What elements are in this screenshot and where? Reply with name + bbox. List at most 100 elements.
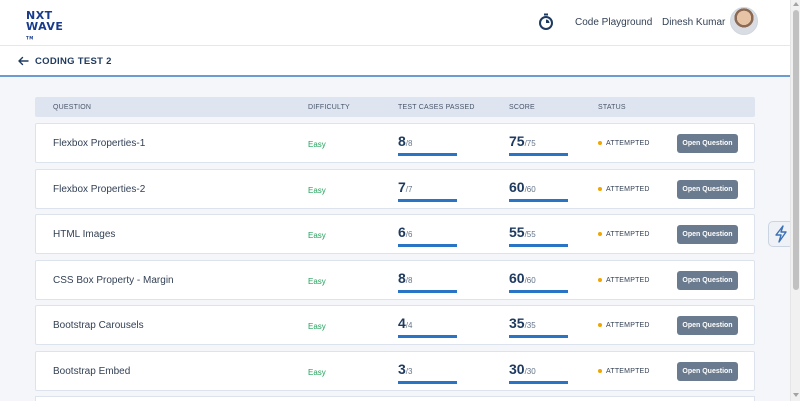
passed-progress-fill (398, 381, 457, 384)
status-dot (598, 232, 602, 237)
nxtwave-logo[interactable]: NXT WAVE TM (26, 10, 74, 41)
status-dot (598, 369, 602, 374)
table-header: QUESTION DIFFICULTY TEST CASES PASSED SC… (35, 97, 755, 117)
status-text: ATTEMPTED (606, 368, 650, 375)
top-header: NXT WAVE TM Code Playground Dinesh Kumar (0, 0, 790, 46)
score-total: /60 (524, 276, 536, 285)
question-name[interactable]: CSS Box Property - Margin (53, 275, 174, 286)
status-badge: ATTEMPTED (598, 186, 650, 193)
test-cases-passed: 6/6 (398, 224, 457, 247)
question-name[interactable]: Flexbox Properties-2 (53, 184, 145, 195)
score-progress-bar (509, 199, 568, 202)
column-status: STATUS (598, 104, 626, 111)
score-total: /75 (524, 139, 536, 148)
test-cases-passed: 4/4 (398, 315, 457, 338)
logo-line2: WAVE TM (26, 21, 74, 44)
status-badge: ATTEMPTED (598, 140, 650, 147)
difficulty-label: Easy (308, 277, 326, 286)
column-test-cases-passed: TEST CASES PASSED (398, 104, 475, 111)
passed-count: 7 (398, 179, 406, 195)
status-dot (598, 187, 602, 192)
score-progress-bar (509, 381, 568, 384)
table-row: Flexbox Properties-1 Easy 8/8 75/75 ATTEMPTE… (35, 123, 755, 163)
passed-progress-bar (398, 290, 457, 293)
score-progress-fill (509, 199, 568, 202)
passed-count: 4 (398, 315, 406, 331)
passed-count: 8 (398, 133, 406, 149)
passed-progress-fill (398, 290, 457, 293)
passed-total: /4 (405, 321, 413, 330)
score-progress-fill (509, 153, 568, 156)
scroll-down-arrow[interactable] (793, 393, 799, 397)
open-question-button[interactable]: Open Question (677, 134, 738, 153)
status-text: ATTEMPTED (606, 322, 650, 329)
passed-count: 3 (398, 361, 406, 377)
score-total: /30 (524, 367, 536, 376)
avatar[interactable] (730, 7, 758, 35)
logo-line2-text: WAVE (26, 20, 64, 33)
status-text: ATTEMPTED (606, 277, 650, 284)
table-row (35, 396, 755, 401)
table-row: Flexbox Properties-2 Easy 7/7 60/60 ATTEMPTE… (35, 169, 755, 209)
score-progress-bar (509, 244, 568, 247)
difficulty-label: Easy (308, 368, 326, 377)
open-question-button[interactable]: Open Question (677, 225, 738, 244)
user-name[interactable]: Dinesh Kumar (662, 17, 725, 28)
status-dot (598, 323, 602, 328)
score-progress-fill (509, 335, 568, 338)
open-question-button[interactable]: Open Question (677, 271, 738, 290)
question-name[interactable]: Flexbox Properties-1 (53, 138, 145, 149)
status-text: ATTEMPTED (606, 231, 650, 238)
passed-total: /6 (405, 230, 413, 239)
scroll-thumb[interactable] (793, 10, 799, 290)
status-badge: ATTEMPTED (598, 368, 650, 375)
score-value: 55 (509, 224, 525, 240)
column-question: QUESTION (53, 104, 92, 111)
passed-progress-fill (398, 199, 457, 202)
logo-tm: TM (26, 35, 34, 41)
status-badge: ATTEMPTED (598, 277, 650, 284)
status-dot (598, 141, 602, 146)
passed-progress-bar (398, 244, 457, 247)
scroll-up-arrow[interactable] (793, 2, 799, 6)
scrollbar[interactable] (790, 0, 800, 401)
page-title: CODING TEST 2 (35, 56, 112, 67)
score-value: 35 (509, 315, 525, 331)
difficulty-label: Easy (308, 231, 326, 240)
passed-total: /7 (405, 185, 413, 194)
passed-total: /3 (405, 367, 413, 376)
difficulty-label: Easy (308, 186, 326, 195)
passed-count: 8 (398, 270, 406, 286)
page-header: CODING TEST 2 (0, 46, 790, 77)
score-value: 60 (509, 270, 525, 286)
score-total: /60 (524, 185, 536, 194)
stopwatch-icon[interactable] (538, 13, 554, 30)
score: 35/35 (509, 315, 568, 338)
passed-progress-fill (398, 153, 457, 156)
passed-progress-fill (398, 335, 457, 338)
score-total: /35 (524, 321, 536, 330)
passed-progress-bar (398, 153, 457, 156)
table-row: HTML Images Easy 6/6 55/55 ATTEMPTED Open Que… (35, 214, 755, 254)
score-progress-fill (509, 244, 568, 247)
status-dot (598, 278, 602, 283)
score-value: 60 (509, 179, 525, 195)
status-badge: ATTEMPTED (598, 322, 650, 329)
score-progress-bar (509, 290, 568, 293)
open-question-button[interactable]: Open Question (677, 316, 738, 335)
open-question-button[interactable]: Open Question (677, 362, 738, 381)
test-cases-passed: 8/8 (398, 133, 457, 156)
question-name[interactable]: Bootstrap Carousels (53, 320, 144, 331)
score-progress-fill (509, 381, 568, 384)
score-progress-fill (509, 290, 568, 293)
score-progress-bar (509, 153, 568, 156)
passed-total: /8 (405, 139, 413, 148)
status-text: ATTEMPTED (606, 186, 650, 193)
passed-progress-bar (398, 381, 457, 384)
open-question-button[interactable]: Open Question (677, 180, 738, 199)
score: 55/55 (509, 224, 568, 247)
question-name[interactable]: Bootstrap Embed (53, 366, 130, 377)
arrow-left-icon[interactable] (17, 55, 29, 67)
question-name[interactable]: HTML Images (53, 229, 115, 240)
code-playground-link[interactable]: Code Playground (575, 17, 652, 28)
